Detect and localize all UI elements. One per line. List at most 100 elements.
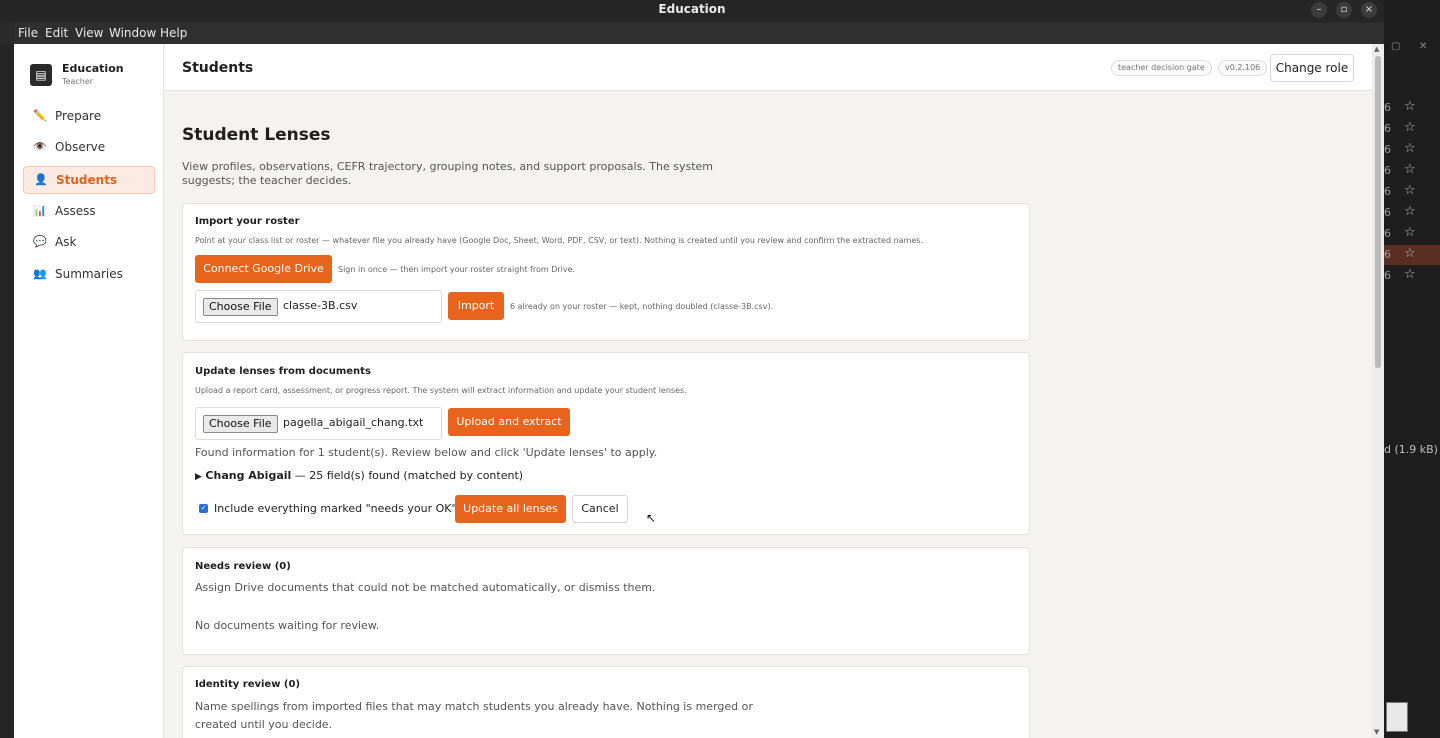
card-title: Import your roster [195,216,300,227]
card-title: Needs review (0) [195,561,291,572]
star-icon[interactable]: ☆ [1404,267,1416,282]
change-role-button[interactable]: Change role [1270,54,1354,82]
background-close-icon: ✕ [1419,41,1428,52]
brand-name: Education [62,62,124,75]
star-icon[interactable]: ☆ [1404,141,1416,156]
background-list-row: 6 ☆ [1384,161,1440,181]
menu-file[interactable]: File [18,26,38,40]
sidebar-item-label: Observe [55,140,106,154]
bar-chart-icon: 📊 [33,204,47,217]
window-title: Education [658,2,726,16]
sidebar-item-assess[interactable]: 📊 Assess [23,198,155,226]
maximize-icon[interactable]: ▫ [1336,2,1352,18]
connect-google-drive-button[interactable]: Connect Google Drive [195,255,332,283]
card-subtitle-line: Name spellings from imported files that … [195,700,753,713]
include-needs-ok-label: Include everything marked "needs your OK… [214,502,457,515]
brand-role: Teacher [62,77,94,86]
chat-icon: 💬 [33,235,47,248]
mouse-cursor-icon: ↖ [646,511,657,525]
update-all-lenses-button[interactable]: Update all lenses [455,495,566,523]
needs-review-card: Needs review (0) Assign Drive documents … [182,547,1030,655]
import-result-note: 6 already on your roster — kept, nothing… [510,302,774,311]
student-result-toggle[interactable]: ▶ Chang Abigail — 25 field(s) found (mat… [195,469,523,482]
background-list-row: 6 ☆ [1384,182,1440,202]
background-maximize-icon: ▢ [1391,41,1401,52]
sidebar-item-label: Assess [55,204,96,218]
app-window: ▤ Education Teacher ✏️ Prepare 👁️ Observ… [14,44,1384,738]
background-list-row: 6 ☆ [1384,140,1440,160]
sidebar-item-label: Students [56,173,118,187]
choose-file-button[interactable]: Choose File [203,415,278,433]
star-icon[interactable]: ☆ [1404,204,1416,219]
sidebar-item-ask[interactable]: 💬 Ask [23,229,155,257]
people-icon: 👥 [33,267,47,280]
background-row-count: 6 [1384,143,1391,156]
minimize-icon[interactable]: – [1311,2,1327,18]
window-titlebar: Education – ▫ × [0,0,1384,22]
student-name: Chang Abigail [205,469,292,482]
sidebar-item-label: Summaries [55,267,123,281]
eye-icon: 👁️ [33,140,47,153]
scroll-thumb[interactable] [1375,56,1381,368]
empty-state-text: No documents waiting for review. [195,619,380,632]
background-row-count: 6 [1384,101,1391,114]
student-result-detail: — 25 field(s) found (matched by content) [291,469,524,482]
star-icon[interactable]: ☆ [1404,183,1416,198]
decision-gate-badge: teacher decision gate [1111,60,1212,76]
star-icon[interactable]: ☆ [1404,225,1416,240]
cancel-button[interactable]: Cancel [572,495,628,523]
star-icon[interactable]: ☆ [1404,120,1416,135]
sidebar-item-observe[interactable]: 👁️ Observe [23,134,155,162]
user-icon: 👤 [34,173,48,186]
background-thumbnail [1386,702,1408,732]
menu-window[interactable]: Window [109,26,156,40]
card-title: Identity review (0) [195,679,301,690]
menu-edit[interactable]: Edit [45,26,68,40]
background-file-size: d (1.9 kB) [1384,443,1438,456]
scroll-down-icon[interactable]: ▼ [1374,728,1379,736]
identity-review-card: Identity review (0) Name spellings from … [182,666,1030,738]
page-title: Student Lenses [182,125,331,145]
card-title: Update lenses from documents [195,366,371,377]
sidebar-item-students[interactable]: 👤 Students [23,166,155,194]
menu-bar: File Edit View Window Help [14,22,1384,44]
import-button[interactable]: Import [448,292,504,320]
background-row-count: 6 [1384,185,1391,198]
background-row-count: 6 [1384,227,1391,240]
desktop-edge [0,44,14,738]
include-needs-ok-checkbox[interactable]: ✓ [199,504,208,513]
board-icon: ▤ [30,64,52,86]
selected-file-name: classe-3B.csv [283,299,358,312]
sidebar-item-label: Ask [55,235,77,249]
background-window-titlebar [1384,0,1440,30]
star-icon[interactable]: ☆ [1404,162,1416,177]
extraction-status: Found information for 1 student(s). Revi… [195,446,658,459]
background-list-row: 6 ☆ [1384,266,1440,286]
sidebar-item-summaries[interactable]: 👥 Summaries [23,261,155,289]
card-subtitle: Assign Drive documents that could not be… [195,581,656,594]
background-list-row: 6 ☆ [1384,119,1440,139]
card-subtitle: Upload a report card, assessment, or pro… [195,386,687,395]
star-icon[interactable]: ☆ [1404,99,1416,114]
card-subtitle: Point at your class list or roster — wha… [195,236,923,245]
version-badge: v0.2.106 [1218,60,1268,76]
card-subtitle-line: created until you decide. [195,718,333,731]
disclosure-triangle-icon: ▶ [195,472,202,482]
sidebar-item-prepare[interactable]: ✏️ Prepare [23,103,155,131]
upload-and-extract-button[interactable]: Upload and extract [448,408,570,436]
roster-file-input[interactable]: Choose File classe-3B.csv [195,290,442,323]
background-row-count: 6 [1384,206,1391,219]
menu-help[interactable]: Help [160,26,187,40]
background-row-count: 6 [1384,248,1391,261]
scroll-up-icon[interactable]: ▲ [1374,45,1379,53]
close-icon[interactable]: × [1361,2,1377,18]
star-icon[interactable]: ☆ [1404,246,1416,261]
background-row-count: 6 [1384,122,1391,135]
page-scrollbar[interactable]: ▲ ▼ [1372,44,1384,738]
background-list-row: 6 ☆ [1384,245,1440,265]
choose-file-button[interactable]: Choose File [203,298,278,316]
document-file-input[interactable]: Choose File pagella_abigail_chang.txt [195,407,442,440]
background-row-count: 6 [1384,164,1391,177]
background-list-row: 6 ☆ [1384,98,1440,118]
menu-view[interactable]: View [75,26,103,40]
